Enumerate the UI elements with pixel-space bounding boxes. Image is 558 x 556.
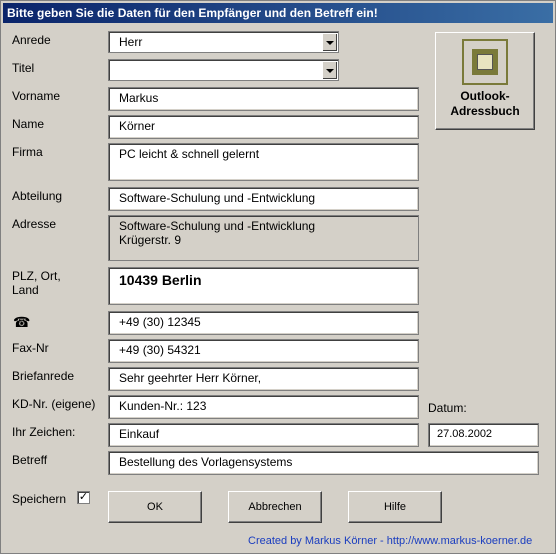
zeichen-label: Ihr Zeichen: bbox=[12, 425, 76, 439]
titel-dropdown-button[interactable] bbox=[322, 61, 337, 79]
abbrechen-button[interactable]: Abbrechen bbox=[228, 491, 322, 523]
abteilung-label: Abteilung bbox=[12, 189, 63, 203]
betreff-field[interactable]: Bestellung des Vorlagensystems bbox=[108, 451, 539, 475]
hilfe-button[interactable]: Hilfe bbox=[348, 491, 442, 523]
abteilung-field[interactable]: Software-Schulung und -Entwicklung bbox=[108, 187, 419, 211]
datum-label: Datum: bbox=[428, 401, 467, 415]
speichern-label: Speichern bbox=[12, 492, 67, 506]
firma-field[interactable]: PC leicht & schnell gelernt bbox=[108, 143, 419, 181]
titel-label: Titel bbox=[12, 61, 35, 75]
vorname-field[interactable]: Markus bbox=[108, 87, 419, 111]
anrede-dropdown-button[interactable] bbox=[322, 33, 337, 51]
name-field[interactable]: Körner bbox=[108, 115, 419, 139]
fax-field[interactable]: +49 (30) 54321 bbox=[108, 339, 419, 363]
phone-icon: ☎ bbox=[13, 314, 31, 330]
dialog-window: Bitte geben Sie die Daten für den Empfän… bbox=[0, 0, 556, 554]
anrede-value: Herr bbox=[119, 35, 143, 49]
vorname-label: Vorname bbox=[12, 89, 61, 103]
name-label: Name bbox=[12, 117, 45, 131]
plz-ort-field[interactable]: 10439 Berlin bbox=[108, 267, 419, 305]
betreff-label: Betreff bbox=[12, 453, 48, 467]
anrede-select[interactable]: Herr bbox=[108, 31, 339, 53]
titel-select[interactable] bbox=[108, 59, 339, 81]
briefanrede-field[interactable]: Sehr geehrter Herr Körner, bbox=[108, 367, 419, 391]
firma-label: Firma bbox=[12, 145, 43, 159]
kdnr-field[interactable]: Kunden-Nr.: 123 bbox=[108, 395, 419, 419]
telefon-field[interactable]: +49 (30) 12345 bbox=[108, 311, 419, 335]
zeichen-field[interactable]: Einkauf bbox=[108, 423, 419, 447]
plz-label: PLZ, Ort, Land bbox=[12, 269, 61, 297]
outlook-button-label: Outlook- Adressbuch bbox=[450, 89, 520, 118]
adresse-label: Adresse bbox=[12, 217, 57, 231]
briefanrede-label: Briefanrede bbox=[12, 369, 75, 383]
fax-label: Fax-Nr bbox=[12, 341, 49, 355]
speichern-checkbox[interactable]: ✓ bbox=[77, 491, 90, 504]
address-book-icon bbox=[462, 39, 508, 85]
footer-credit: Created by Markus Körner - http://www.ma… bbox=[248, 535, 533, 547]
adresse-field[interactable]: Software-Schulung und -Entwicklung Krüge… bbox=[108, 215, 419, 261]
kdnr-label: KD-Nr. (eigene) bbox=[12, 397, 96, 411]
anrede-label: Anrede bbox=[12, 33, 51, 47]
dialog-title: Bitte geben Sie die Daten für den Empfän… bbox=[3, 3, 553, 23]
outlook-adressbuch-button[interactable]: Outlook- Adressbuch bbox=[435, 32, 535, 130]
datum-field[interactable]: 27.08.2002 bbox=[428, 423, 539, 447]
ok-button[interactable]: OK bbox=[108, 491, 202, 523]
